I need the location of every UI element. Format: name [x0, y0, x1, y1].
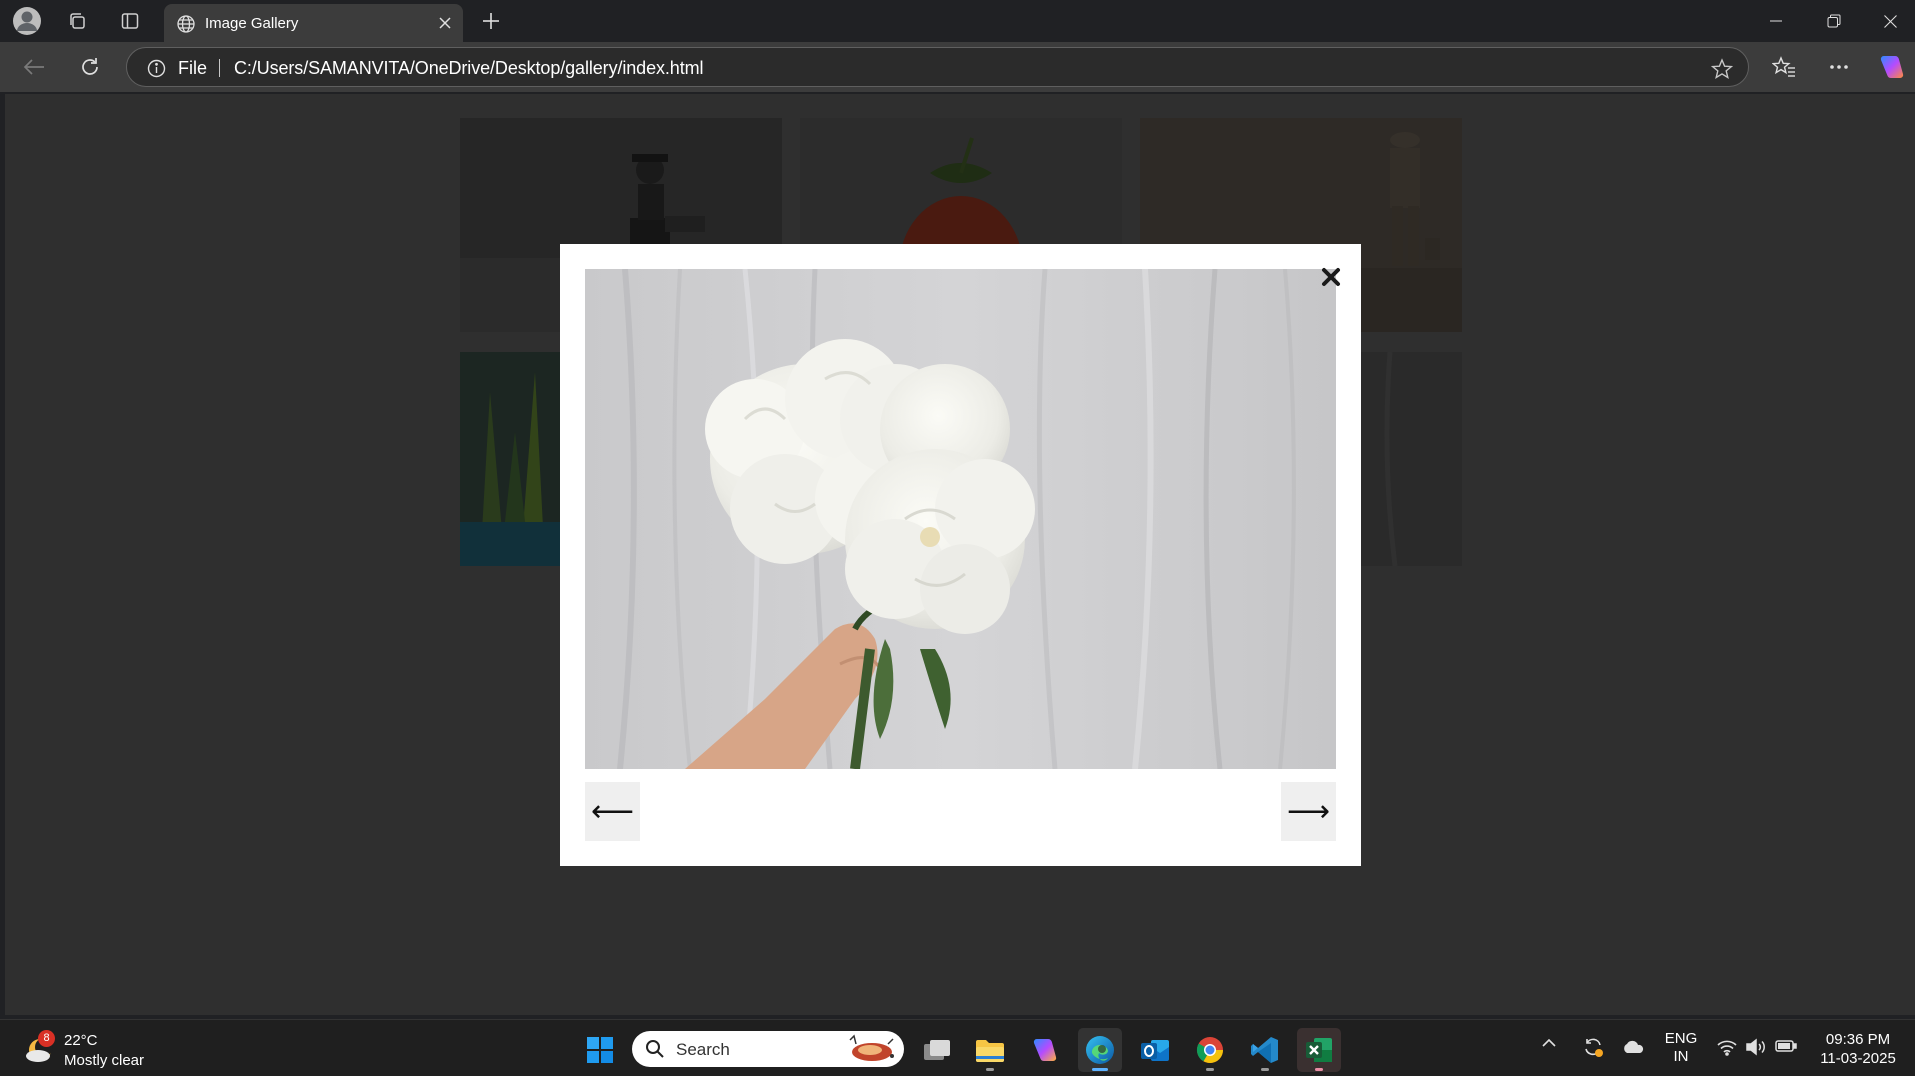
- lightbox-modal: ⟵ ⟶: [560, 244, 1361, 866]
- region-code: IN: [1673, 1048, 1689, 1065]
- site-info-label[interactable]: File: [178, 58, 207, 79]
- edge-icon: [1086, 1036, 1114, 1064]
- workspaces-icon[interactable]: [59, 5, 95, 37]
- input-language-indicator[interactable]: ENG IN: [1662, 1030, 1700, 1066]
- wifi-icon[interactable]: [1716, 1038, 1738, 1056]
- clock-date: 11-03-2025: [1820, 1050, 1896, 1067]
- running-indicator: [1206, 1068, 1214, 1071]
- tab-image-gallery[interactable]: Image Gallery: [164, 4, 463, 42]
- running-indicator: [1315, 1068, 1323, 1071]
- search-icon: [645, 1039, 665, 1059]
- lightbox-close-icon[interactable]: [1318, 264, 1344, 290]
- task-view-icon: [924, 1040, 950, 1060]
- show-hidden-icons-chevron-icon[interactable]: [1541, 1037, 1557, 1049]
- sync-update-icon[interactable]: [1581, 1035, 1605, 1059]
- search-placeholder: Search: [676, 1040, 730, 1059]
- more-options-icon[interactable]: [1821, 49, 1857, 85]
- copilot-icon[interactable]: [1874, 49, 1910, 85]
- battery-icon[interactable]: [1775, 1039, 1797, 1053]
- browser-toolbar: File C:/Users/SAMANVITA/OneDrive/Desktop…: [0, 42, 1915, 92]
- windows-taskbar: 8 22°C Mostly clear Search ENG IN 09:36 …: [0, 1019, 1915, 1076]
- tab-title: Image Gallery: [205, 15, 299, 32]
- address-bar[interactable]: File C:/Users/SAMANVITA/OneDrive/Desktop…: [126, 47, 1749, 87]
- excel-button[interactable]: [1297, 1028, 1341, 1072]
- weather-widget[interactable]: 8: [22, 1030, 60, 1068]
- windows-logo-icon: [587, 1037, 613, 1063]
- running-indicator: [986, 1068, 994, 1071]
- running-indicator: [1261, 1068, 1269, 1071]
- weather-temperature[interactable]: 22°C: [64, 1032, 98, 1049]
- vscode-button[interactable]: [1243, 1028, 1287, 1072]
- vscode-icon: [1251, 1037, 1278, 1063]
- address-divider: [219, 59, 220, 77]
- weather-badge: 8: [38, 1030, 55, 1047]
- url-text[interactable]: C:/Users/SAMANVITA/OneDrive/Desktop/gall…: [234, 58, 704, 79]
- favorites-icon[interactable]: [1766, 49, 1802, 85]
- restore-icon[interactable]: [1806, 4, 1862, 38]
- taskbar-search-box[interactable]: Search: [632, 1031, 904, 1067]
- close-window-icon[interactable]: [1862, 4, 1915, 38]
- chrome-icon: [1196, 1037, 1224, 1064]
- page-content: ⟵ ⟶: [5, 94, 1915, 1015]
- edge-button[interactable]: [1078, 1028, 1122, 1072]
- outlook-button[interactable]: [1133, 1028, 1177, 1072]
- language-code: ENG: [1664, 1030, 1698, 1047]
- file-explorer-button[interactable]: [968, 1028, 1012, 1072]
- vertical-tabs-icon[interactable]: [112, 5, 148, 37]
- active-indicator: [1092, 1068, 1108, 1071]
- favorite-star-icon[interactable]: [1711, 58, 1733, 80]
- copilot-app-icon: [1033, 1038, 1057, 1062]
- outlook-icon: [1141, 1040, 1169, 1061]
- browser-title-bar: Image Gallery: [0, 0, 1915, 42]
- prev-image-button[interactable]: ⟵: [585, 782, 640, 841]
- clock[interactable]: 09:36 PM 11-03-2025: [1810, 1030, 1906, 1068]
- profile-avatar-icon[interactable]: [9, 5, 45, 37]
- copilot-app-button[interactable]: [1023, 1028, 1067, 1072]
- start-button[interactable]: [578, 1028, 622, 1072]
- lightbox-image: [585, 269, 1336, 769]
- weather-description[interactable]: Mostly clear: [64, 1052, 144, 1069]
- back-arrow-icon[interactable]: [16, 49, 52, 85]
- search-highlight-icon: [840, 1034, 898, 1064]
- task-view-button[interactable]: [915, 1028, 959, 1072]
- chrome-button[interactable]: [1188, 1028, 1232, 1072]
- volume-icon[interactable]: [1745, 1038, 1767, 1056]
- onedrive-cloud-icon[interactable]: [1621, 1039, 1645, 1055]
- file-explorer-icon: [976, 1040, 1004, 1062]
- tab-close-icon[interactable]: [435, 13, 455, 33]
- clock-time: 09:36 PM: [1825, 1031, 1891, 1048]
- next-image-button[interactable]: ⟶: [1281, 782, 1336, 841]
- globe-icon: [176, 14, 196, 34]
- minimize-icon[interactable]: [1748, 4, 1804, 38]
- new-tab-icon[interactable]: [473, 5, 509, 37]
- excel-icon: [1306, 1038, 1332, 1062]
- refresh-icon[interactable]: [72, 49, 108, 85]
- info-icon[interactable]: [147, 59, 166, 78]
